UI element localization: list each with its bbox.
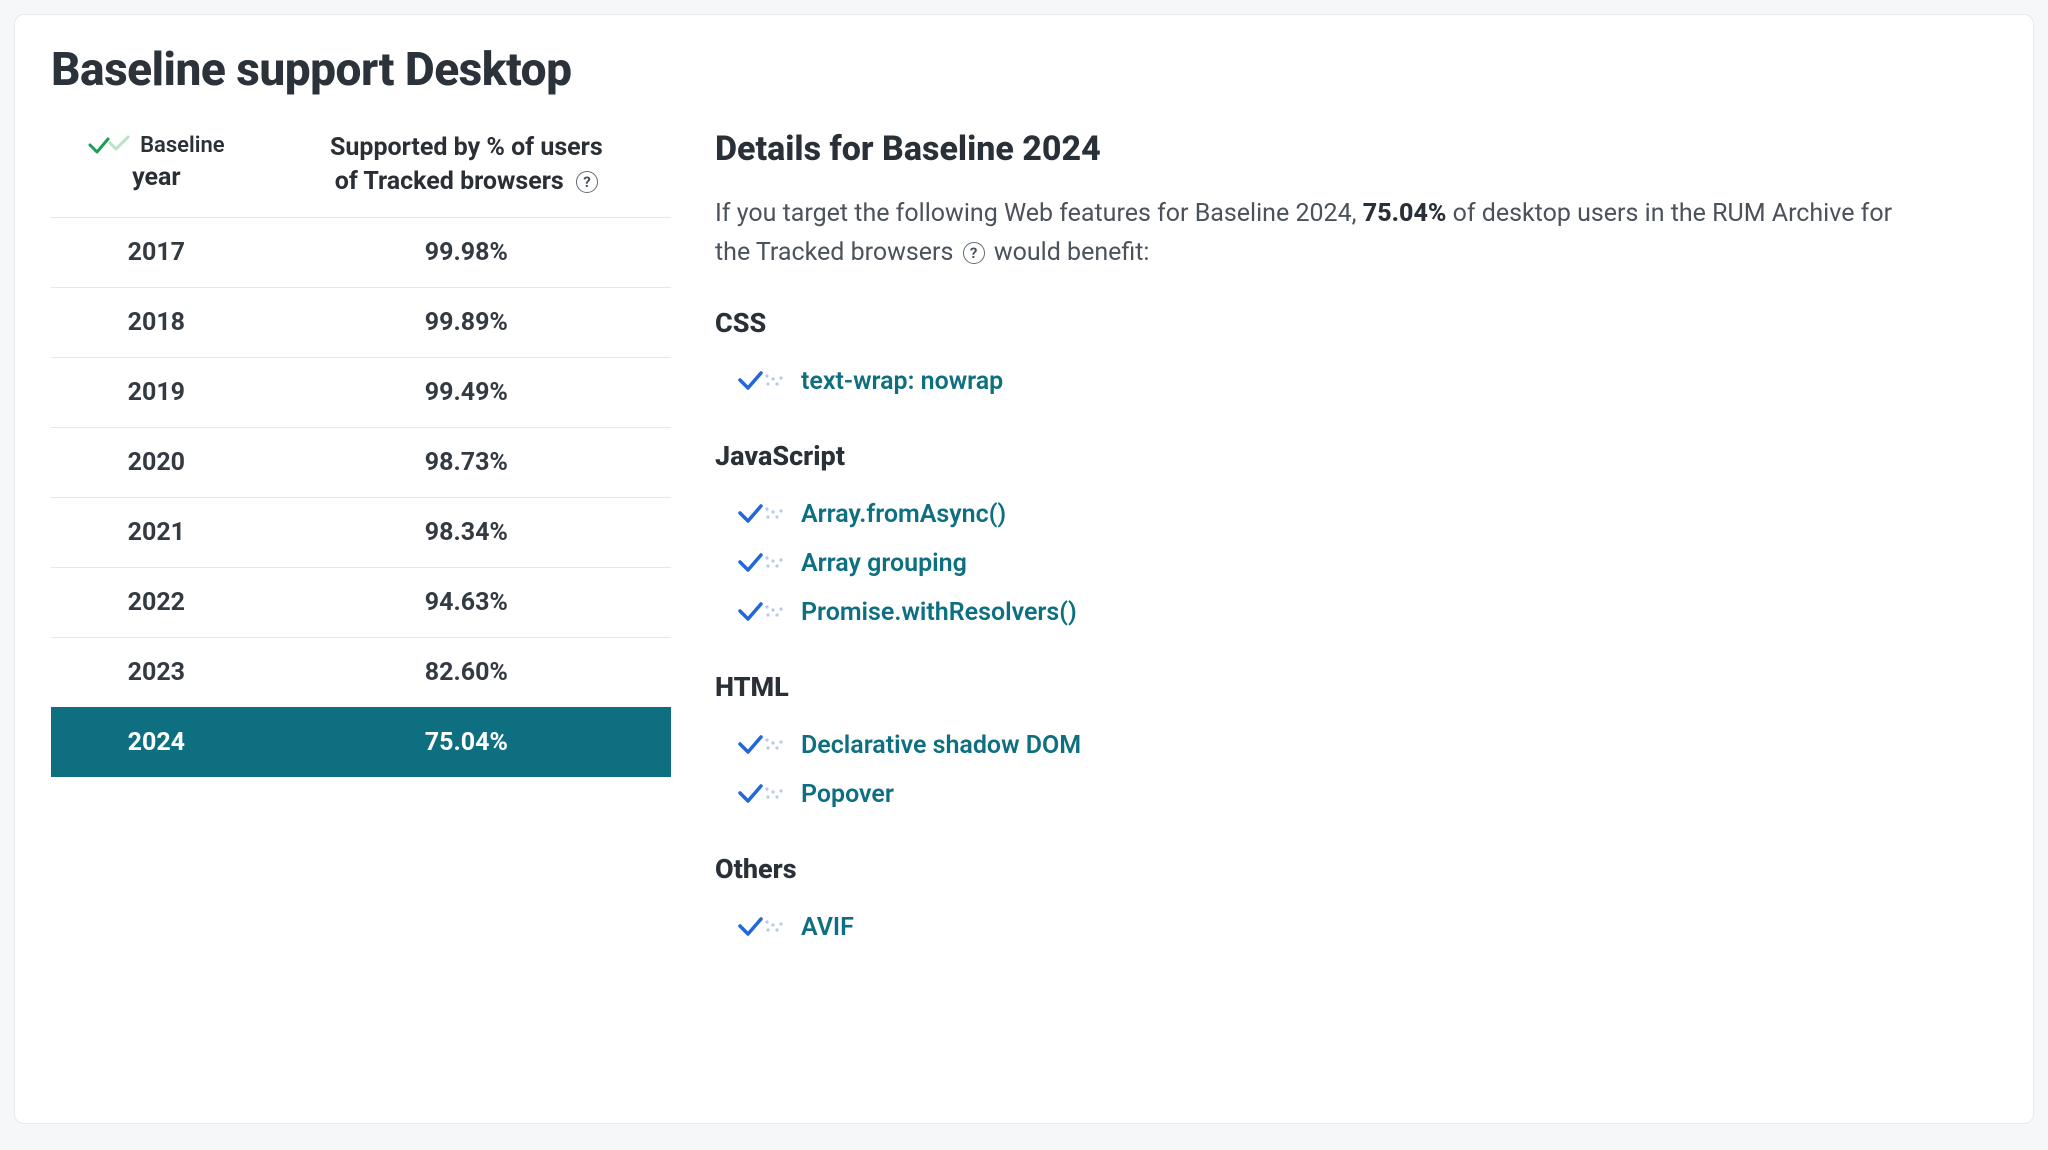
feature-link[interactable]: AVIF (801, 913, 854, 942)
feature-list: Declarative shadow DOM Popover (715, 721, 1955, 819)
pct-cell: 75.04% (262, 707, 671, 777)
pct-cell: 82.60% (262, 637, 671, 707)
details-panel: Details for Baseline 2024 If you target … (715, 125, 1955, 952)
baseline-feature-icon (737, 781, 785, 807)
feature-category-heading: CSS (715, 307, 1955, 339)
col-header-pct-line2: of Tracked browsers (335, 167, 564, 196)
baseline-logo: Baseline (88, 131, 225, 161)
feature-list: Array.fromAsync() Array grouping Promise.w… (715, 490, 1955, 637)
pct-cell: 94.63% (262, 567, 671, 637)
details-description: If you target the following Web features… (715, 195, 1915, 273)
list-item: text-wrap: nowrap (737, 357, 1955, 406)
support-table: Baseline year Supported by % of users of… (51, 125, 671, 777)
year-cell: 2019 (51, 357, 262, 427)
pct-cell: 99.89% (262, 287, 671, 357)
year-cell: 2024 (51, 707, 262, 777)
baseline-feature-icon (737, 732, 785, 758)
baseline-feature-icon (737, 914, 785, 940)
table-row[interactable]: 202294.63% (51, 567, 671, 637)
feature-link[interactable]: Declarative shadow DOM (801, 731, 1081, 760)
pct-cell: 99.49% (262, 357, 671, 427)
year-cell: 2017 (51, 217, 262, 287)
year-cell: 2018 (51, 287, 262, 357)
content-layout: Baseline year Supported by % of users of… (51, 125, 1997, 952)
help-icon[interactable]: ? (963, 242, 985, 264)
feature-link[interactable]: Array.fromAsync() (801, 500, 1006, 529)
page-title: Baseline support Desktop (51, 43, 1997, 97)
feature-link[interactable]: text-wrap: nowrap (801, 367, 1003, 396)
feature-link[interactable]: Array grouping (801, 549, 967, 578)
list-item: AVIF (737, 903, 1955, 952)
table-row[interactable]: 201799.98% (51, 217, 671, 287)
col-header-pct: Supported by % of users of Tracked brows… (262, 125, 671, 217)
year-cell: 2020 (51, 427, 262, 497)
table-row[interactable]: 202198.34% (51, 497, 671, 567)
list-item: Popover (737, 770, 1955, 819)
baseline-logo-text: Baseline (140, 131, 225, 161)
feature-list: text-wrap: nowrap (715, 357, 1955, 406)
baseline-feature-icon (737, 550, 785, 576)
feature-link[interactable]: Promise.withResolvers() (801, 598, 1077, 627)
table-row[interactable]: 201899.89% (51, 287, 671, 357)
help-icon[interactable]: ? (576, 171, 598, 193)
table-row[interactable]: 202475.04% (51, 707, 671, 777)
baseline-feature-icon (737, 368, 785, 394)
feature-category-heading: HTML (715, 671, 1955, 703)
table-row[interactable]: 201999.49% (51, 357, 671, 427)
pct-cell: 98.34% (262, 497, 671, 567)
baseline-support-card: Baseline support Desktop (14, 14, 2034, 1124)
year-cell: 2023 (51, 637, 262, 707)
feature-list: AVIF (715, 903, 1955, 952)
year-cell: 2021 (51, 497, 262, 567)
baseline-feature-icon (737, 599, 785, 625)
details-heading: Details for Baseline 2024 (715, 129, 1955, 169)
pct-cell: 99.98% (262, 217, 671, 287)
feature-category-heading: Others (715, 853, 1955, 885)
col-header-pct-line1: Supported by % of users (330, 131, 603, 165)
col-header-year-label: year (132, 161, 180, 195)
col-header-year: Baseline year (51, 125, 262, 217)
feature-category-heading: JavaScript (715, 440, 1955, 472)
table-row[interactable]: 202382.60% (51, 637, 671, 707)
year-cell: 2022 (51, 567, 262, 637)
details-desc-pre: If you target the following Web features… (715, 199, 1363, 228)
list-item: Declarative shadow DOM (737, 721, 1955, 770)
list-item: Promise.withResolvers() (737, 588, 1955, 637)
list-item: Array.fromAsync() (737, 490, 1955, 539)
table-row[interactable]: 202098.73% (51, 427, 671, 497)
support-table-container: Baseline year Supported by % of users of… (51, 125, 671, 952)
details-desc-pct: 75.04% (1363, 199, 1447, 228)
list-item: Array grouping (737, 539, 1955, 588)
pct-cell: 98.73% (262, 427, 671, 497)
feature-link[interactable]: Popover (801, 780, 894, 809)
baseline-check-icon (88, 135, 132, 157)
baseline-feature-icon (737, 501, 785, 527)
details-desc-post: would benefit: (988, 238, 1150, 267)
